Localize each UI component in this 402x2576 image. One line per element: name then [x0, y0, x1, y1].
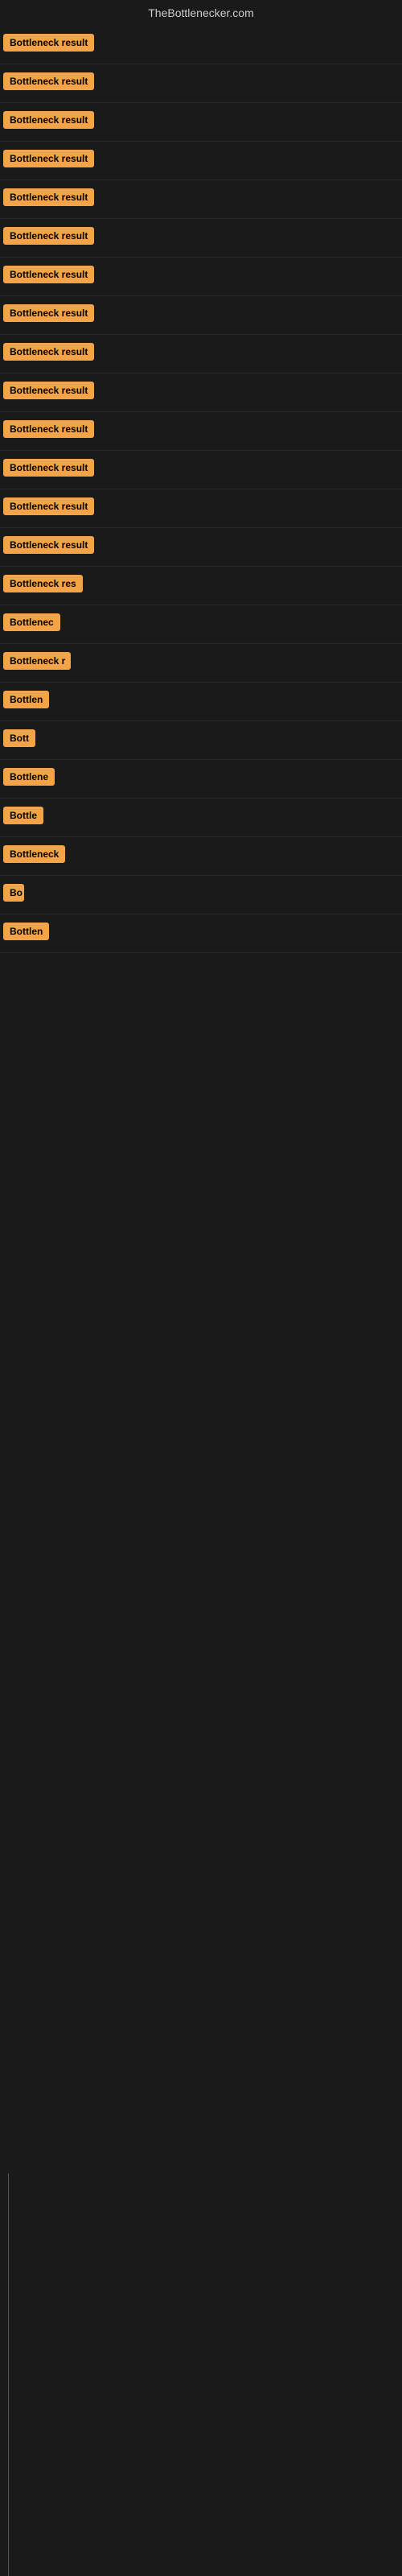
bottleneck-badge-5[interactable]: Bottleneck result	[3, 188, 94, 206]
vertical-line-decoration	[8, 2174, 9, 2576]
bottleneck-badge-11[interactable]: Bottleneck result	[3, 420, 94, 438]
result-row-23: Bo	[0, 876, 402, 914]
result-row-17: Bottleneck r	[0, 644, 402, 683]
result-row-10: Bottleneck result	[0, 374, 402, 412]
result-row-6: Bottleneck result	[0, 219, 402, 258]
bottleneck-badge-17[interactable]: Bottleneck r	[3, 652, 71, 670]
result-row-12: Bottleneck result	[0, 451, 402, 489]
result-row-15: Bottleneck res	[0, 567, 402, 605]
bottleneck-badge-3[interactable]: Bottleneck result	[3, 111, 94, 129]
bottleneck-badge-16[interactable]: Bottlenec	[3, 613, 60, 631]
site-title: TheBottlenecker.com	[0, 0, 402, 26]
result-row-1: Bottleneck result	[0, 26, 402, 64]
result-row-18: Bottlen	[0, 683, 402, 721]
bottleneck-badge-15[interactable]: Bottleneck res	[3, 575, 83, 592]
result-row-5: Bottleneck result	[0, 180, 402, 219]
bottleneck-badge-14[interactable]: Bottleneck result	[3, 536, 94, 554]
site-header: TheBottlenecker.com	[0, 0, 402, 26]
result-row-20: Bottlene	[0, 760, 402, 799]
bottleneck-badge-13[interactable]: Bottleneck result	[3, 497, 94, 515]
result-row-9: Bottleneck result	[0, 335, 402, 374]
bottleneck-badge-24[interactable]: Bottlen	[3, 923, 49, 940]
result-row-14: Bottleneck result	[0, 528, 402, 567]
bottleneck-badge-19[interactable]: Bott	[3, 729, 35, 747]
bottleneck-badge-12[interactable]: Bottleneck result	[3, 459, 94, 477]
bottleneck-badge-1[interactable]: Bottleneck result	[3, 34, 94, 52]
result-row-19: Bott	[0, 721, 402, 760]
results-list: Bottleneck result Bottleneck result Bottle…	[0, 26, 402, 953]
bottleneck-badge-4[interactable]: Bottleneck result	[3, 150, 94, 167]
result-row-13: Bottleneck result	[0, 489, 402, 528]
result-row-8: Bottleneck result	[0, 296, 402, 335]
bottleneck-badge-22[interactable]: Bottleneck	[3, 845, 65, 863]
result-row-11: Bottleneck result	[0, 412, 402, 451]
result-row-16: Bottlenec	[0, 605, 402, 644]
bottleneck-badge-23[interactable]: Bo	[3, 884, 24, 902]
bottleneck-badge-8[interactable]: Bottleneck result	[3, 304, 94, 322]
bottleneck-badge-2[interactable]: Bottleneck result	[3, 72, 94, 90]
bottleneck-badge-6[interactable]: Bottleneck result	[3, 227, 94, 245]
result-row-24: Bottlen	[0, 914, 402, 953]
bottleneck-badge-9[interactable]: Bottleneck result	[3, 343, 94, 361]
result-row-4: Bottleneck result	[0, 142, 402, 180]
result-row-7: Bottleneck result	[0, 258, 402, 296]
bottleneck-badge-18[interactable]: Bottlen	[3, 691, 49, 708]
result-row-3: Bottleneck result	[0, 103, 402, 142]
bottleneck-badge-21[interactable]: Bottle	[3, 807, 43, 824]
bottleneck-badge-20[interactable]: Bottlene	[3, 768, 55, 786]
result-row-21: Bottle	[0, 799, 402, 837]
bottleneck-badge-7[interactable]: Bottleneck result	[3, 266, 94, 283]
result-row-22: Bottleneck	[0, 837, 402, 876]
result-row-2: Bottleneck result	[0, 64, 402, 103]
bottleneck-badge-10[interactable]: Bottleneck result	[3, 382, 94, 399]
